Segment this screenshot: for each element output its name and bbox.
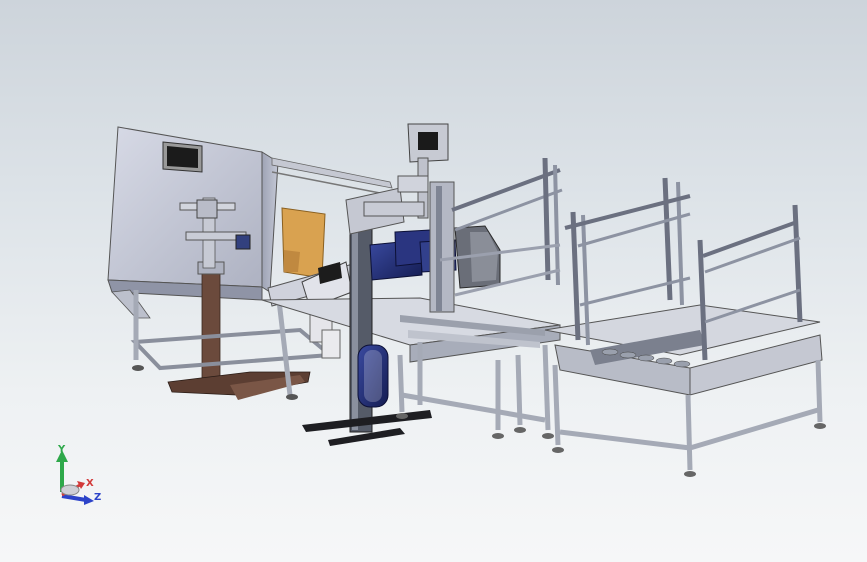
- labeling-machine-body[interactable]: [107, 126, 279, 319]
- upper-rail: [271, 157, 393, 194]
- cardboard-box: [281, 207, 326, 279]
- hmi-screen-left: [162, 141, 203, 173]
- main-conveyor: [261, 297, 561, 363]
- triad-x-label: X: [86, 478, 94, 489]
- triad-z-axis: [61, 494, 94, 505]
- triad-z-label: Z: [94, 492, 101, 503]
- assembly-model[interactable]: [0, 0, 867, 562]
- leveling-feet: [396, 413, 826, 477]
- middle-guide-frame: [439, 157, 563, 297]
- orientation-triad: Y X Z: [56, 444, 101, 505]
- triad-y-label: Y: [57, 444, 66, 455]
- cad-viewport[interactable]: Y X Z: [0, 0, 867, 562]
